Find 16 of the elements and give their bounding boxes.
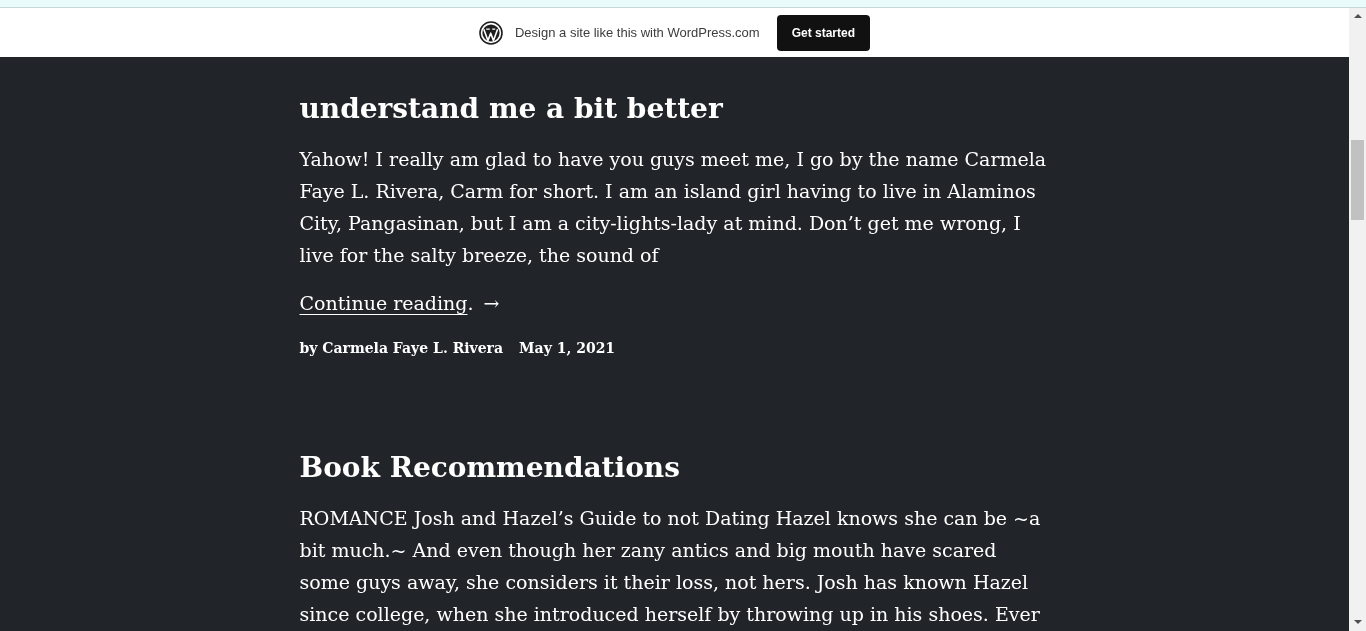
get-started-button[interactable]: Get started — [776, 14, 870, 51]
logo-icon — [478, 20, 503, 45]
continue-reading-link[interactable]: Continue reading — [299, 287, 468, 319]
link-period: . — [467, 291, 474, 316]
banner-text: Design a site like this with WordPress.com — [514, 23, 760, 42]
scroll-down-icon[interactable] — [1353, 620, 1362, 624]
post-author[interactable]: by Carmela Faye L. Rivera — [299, 336, 504, 360]
post-title[interactable]: understand me a bit better — [299, 91, 723, 127]
post-excerpt: Yahow! I really am glad to have you guys meet me, I go by the name Carmela Faye L. Rivera, Carm for short. I am an island girl having to live in Alaminos City, Pangasinan, but I am a city-lights-lady at mind. Don’t get me wrong, I live for the salty breeze, the sound of — [299, 147, 1048, 268]
post-date[interactable]: May 1, 2021 — [519, 336, 616, 360]
scrollbar-thumb[interactable] — [1351, 140, 1364, 220]
scroll-up-icon[interactable] — [1353, 14, 1362, 18]
post-excerpt: ROMANCE Josh and Hazel’s Guide to not Dating Hazel knows she can be ~a bit much.~ And even though her zany antics and big mouth have scared some guys away, she considers it their loss, not hers. Josh has known Hazel since college, when she introduced herself by throwing up in his shoes. Ever — [299, 506, 1042, 627]
scrollbar[interactable] — [1349, 8, 1366, 631]
arrow-text: → — [483, 291, 500, 316]
post-title[interactable]: Book Recommendations — [299, 450, 680, 486]
